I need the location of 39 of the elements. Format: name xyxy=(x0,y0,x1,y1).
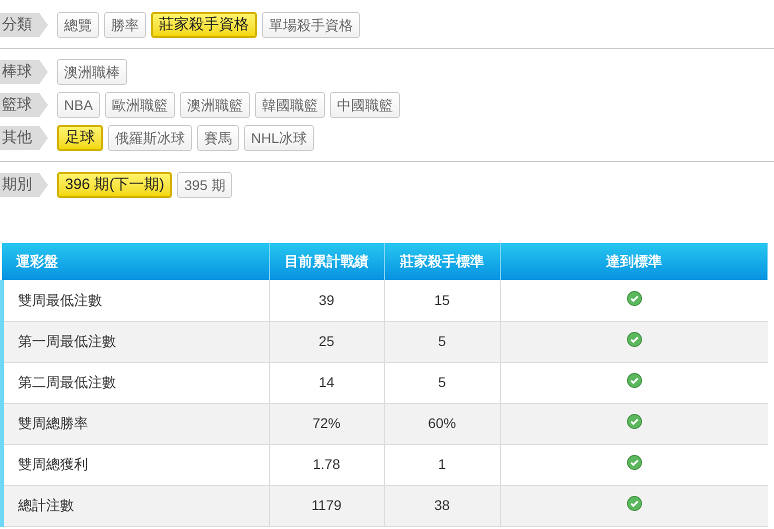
filter-option[interactable]: 單場殺手資格 xyxy=(262,12,360,38)
filter-option[interactable]: 澳洲職棒 xyxy=(57,59,127,85)
table-cell: 1179 xyxy=(269,485,384,526)
filter-option[interactable]: NHL冰球 xyxy=(244,125,314,151)
filter-option[interactable]: 澳洲職籃 xyxy=(180,92,250,118)
table-cell: 總計注數 xyxy=(2,485,269,526)
filter-option[interactable]: 396 期(下一期) xyxy=(57,172,172,198)
table-cell: 60% xyxy=(384,403,500,444)
table-cell: 14 xyxy=(269,362,384,403)
table-cell: 72% xyxy=(269,403,384,444)
table-cell: 1 xyxy=(384,444,500,485)
table-cell: 雙周總勝率 xyxy=(2,403,269,444)
table-cell: 第一周最低注數 xyxy=(2,321,269,362)
table-cell: 5 xyxy=(384,321,500,362)
filter-option[interactable]: 總覽 xyxy=(57,12,99,38)
group-label: 其他 xyxy=(0,126,48,150)
group-label: 期別 xyxy=(0,173,48,197)
filter-option[interactable]: 俄羅斯冰球 xyxy=(108,125,192,151)
table-cell: 第二周最低注數 xyxy=(2,362,269,403)
table-cell: 25 xyxy=(269,321,384,362)
table-cell: 5 xyxy=(384,362,500,403)
group-label: 籃球 xyxy=(0,93,48,117)
filter-option[interactable]: 395 期 xyxy=(177,172,232,198)
table-cell: 1.78 xyxy=(269,444,384,485)
table-cell: 15 xyxy=(384,280,500,321)
filter-option[interactable]: 足球 xyxy=(57,125,103,151)
group-label: 棒球 xyxy=(0,60,48,84)
filter-option[interactable]: 勝率 xyxy=(104,12,146,38)
table-cell: 38 xyxy=(384,485,500,526)
filter-option[interactable]: NBA xyxy=(57,92,100,118)
filter-option[interactable]: 韓國職籃 xyxy=(254,92,325,118)
table-cell: 雙周總獲利 xyxy=(2,444,269,485)
filter-option[interactable]: 中國職籃 xyxy=(330,92,400,118)
filter-option[interactable]: 歐洲職籃 xyxy=(104,92,175,118)
group-label: 分類 xyxy=(0,13,48,37)
table-cell: 39 xyxy=(269,280,384,321)
filter-option[interactable]: 賽馬 xyxy=(197,125,239,151)
filter-option[interactable]: 莊家殺手資格 xyxy=(151,12,257,38)
table-cell: 雙周最低注數 xyxy=(2,280,269,321)
